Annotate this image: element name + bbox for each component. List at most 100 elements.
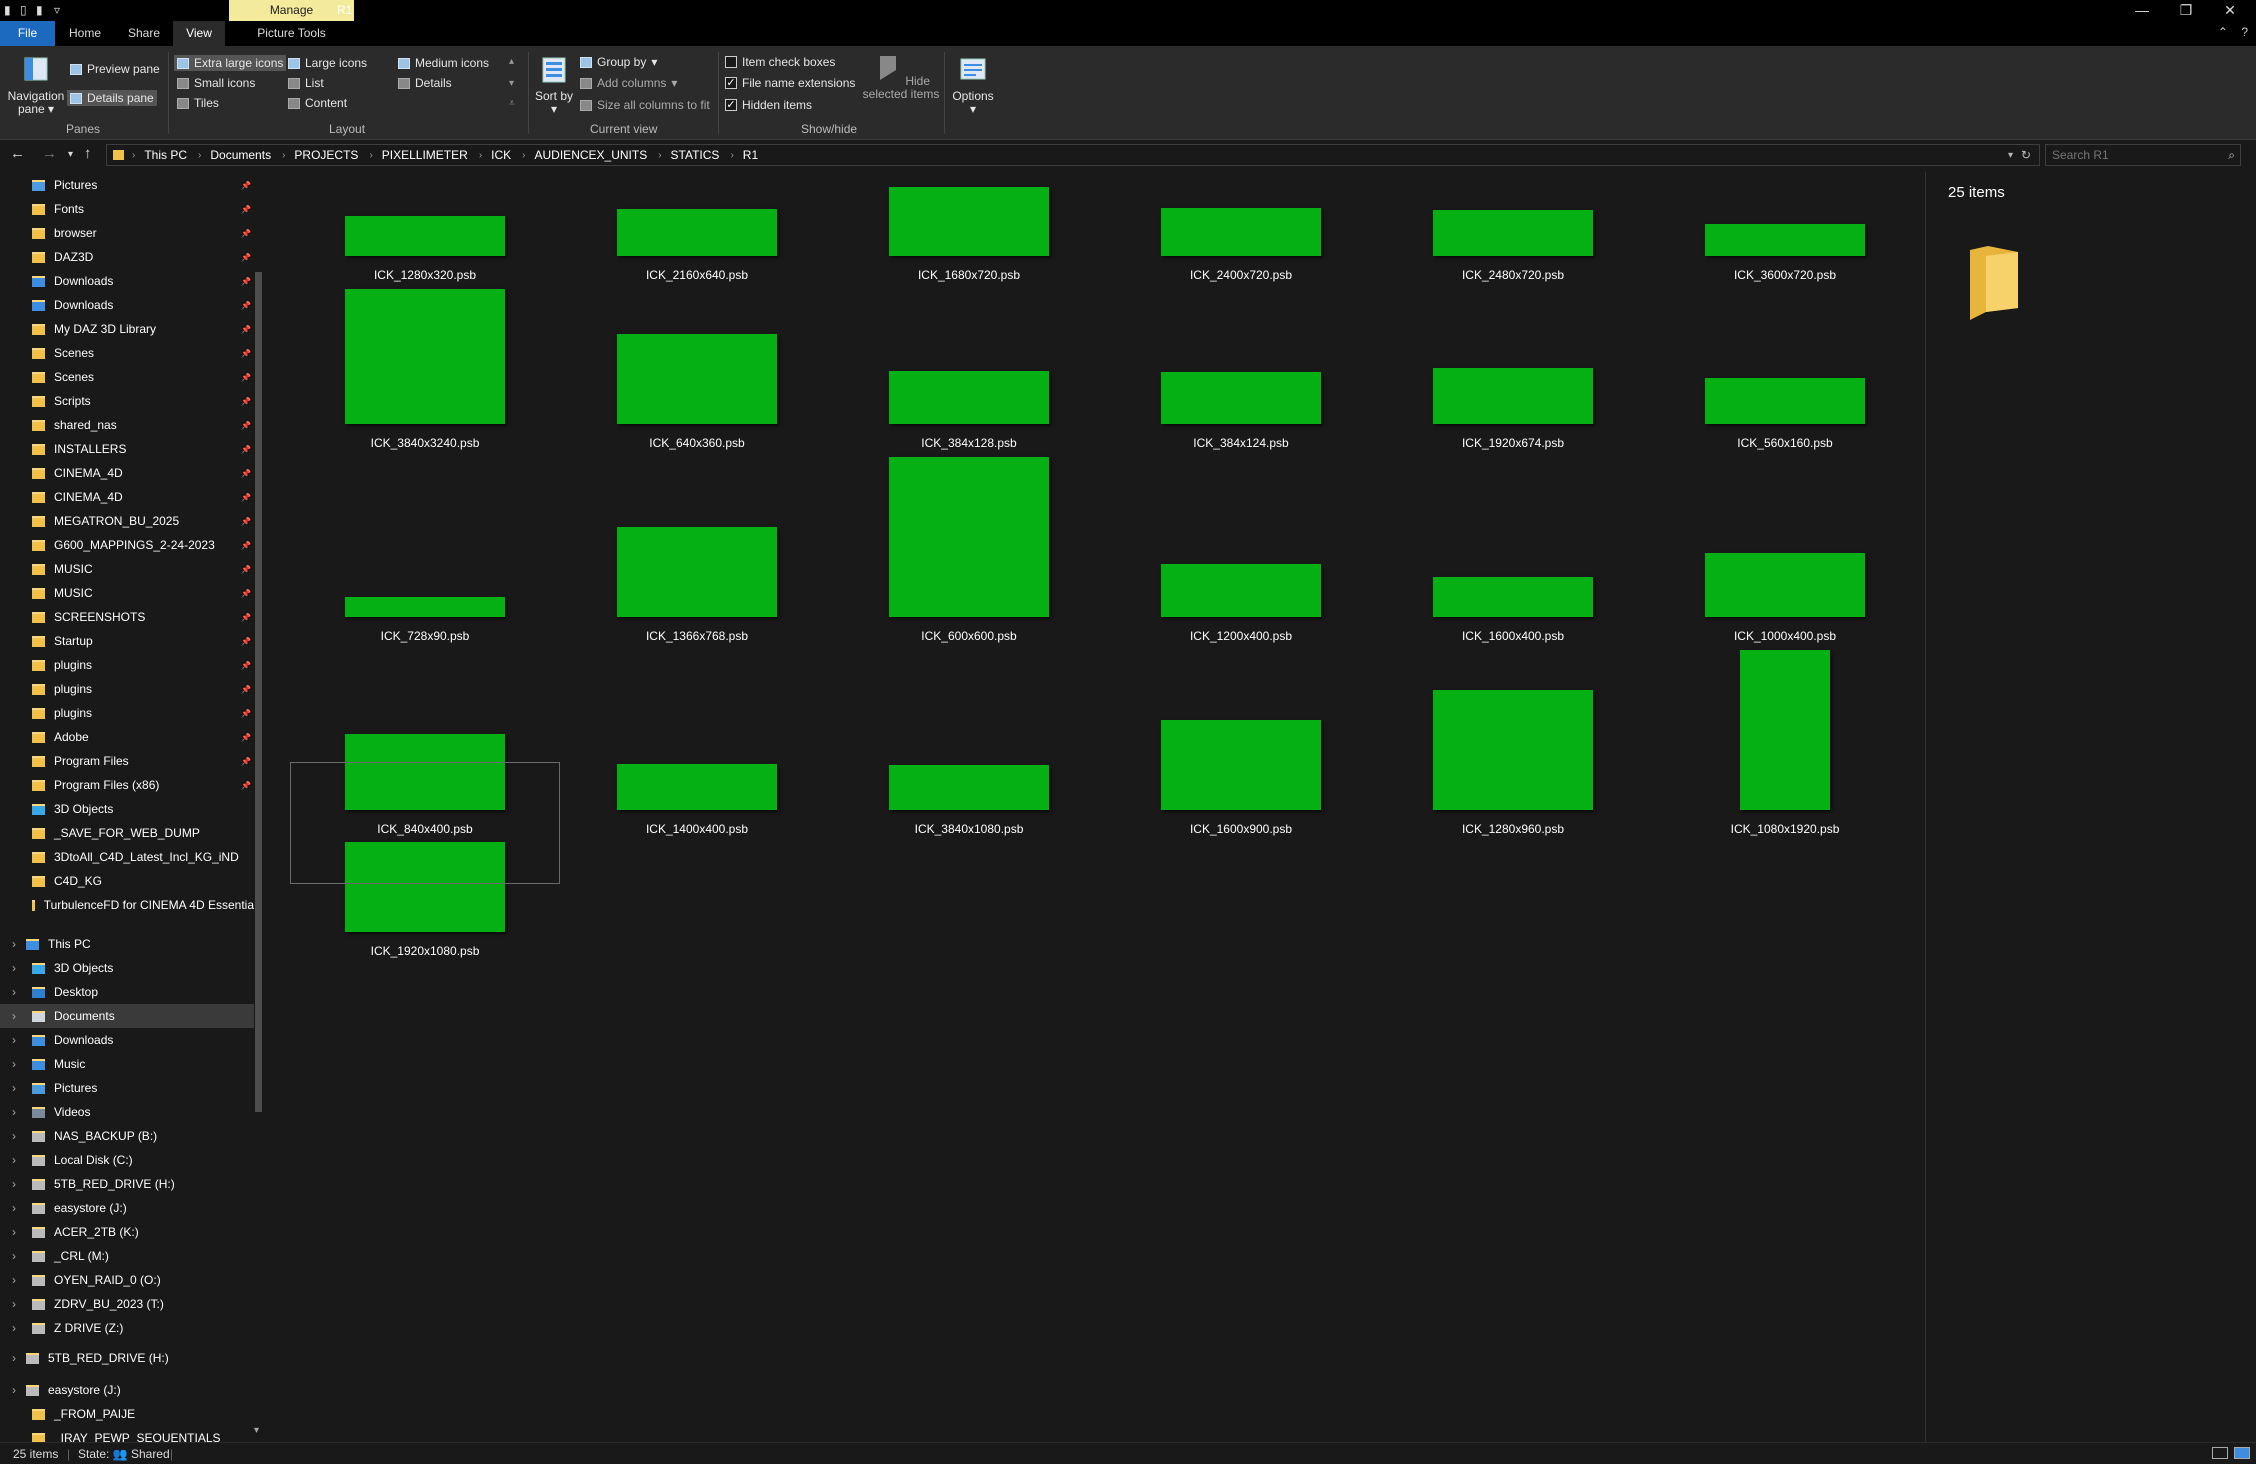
file-item[interactable]: ICK_3840x1080.psb <box>834 172 1104 836</box>
expand-chevron-icon[interactable]: › <box>12 1033 16 1047</box>
sidebar-item-5tb-red-drive-h[interactable]: › 5TB_RED_DRIVE (H:) <box>0 1346 254 1370</box>
hidden-items-checkbox[interactable]: ✓ <box>725 99 737 111</box>
file-name[interactable]: ICK_2400x720.psb <box>1106 268 1376 282</box>
details-pane-button[interactable]: Details pane <box>67 90 157 106</box>
file-thumbnail[interactable] <box>1161 720 1321 810</box>
details-view-toggle-icon[interactable] <box>2212 1447 2228 1459</box>
chevron-right-icon[interactable]: › <box>479 150 482 161</box>
file-name[interactable]: ICK_1280x960.psb <box>1378 822 1648 836</box>
breadcrumb-projects[interactable]: PROJECTS <box>294 148 358 162</box>
sidebar-item-crl-m[interactable]: › _CRL (M:) <box>0 1244 254 1268</box>
file-name[interactable]: ICK_1280x320.psb <box>290 268 560 282</box>
file-name[interactable]: ICK_1680x720.psb <box>834 268 1104 282</box>
breadcrumb-ick[interactable]: ICK <box>491 148 511 162</box>
file-item[interactable]: ICK_1080x1920.psb <box>1650 172 1920 836</box>
tab-view[interactable]: View <box>173 21 225 46</box>
file-thumbnail[interactable] <box>345 289 505 424</box>
sidebar-item-plugins[interactable]: plugins 📌 <box>0 677 254 701</box>
sidebar-item-pictures[interactable]: › Pictures <box>0 1076 254 1100</box>
file-name[interactable]: ICK_2160x640.psb <box>562 268 832 282</box>
file-name[interactable]: ICK_3600x720.psb <box>1650 268 1920 282</box>
file-thumbnail[interactable] <box>1433 690 1593 810</box>
expand-chevron-icon[interactable]: › <box>12 1009 16 1023</box>
sidebar-item-daz3d[interactable]: DAZ3D 📌 <box>0 245 254 269</box>
file-thumbnail[interactable] <box>1161 564 1321 617</box>
size-all-columns-button[interactable]: Size all columns to fit <box>580 98 710 112</box>
sidebar-item-oyen-raid-0-o[interactable]: › OYEN_RAID_0 (O:) <box>0 1268 254 1292</box>
content-option[interactable]: Content <box>288 96 347 110</box>
file-thumbnail[interactable] <box>617 209 777 256</box>
file-thumbnail[interactable] <box>617 527 777 617</box>
file-thumbnail[interactable] <box>1161 372 1321 424</box>
item-check-boxes-toggle[interactable]: Item check boxes <box>725 55 835 69</box>
manage-context-tab[interactable]: Manage <box>229 0 354 21</box>
search-icon[interactable]: ⌕ <box>2228 148 2235 163</box>
tab-picture-tools[interactable]: Picture Tools <box>229 21 354 46</box>
small-icons-option[interactable]: Small icons <box>177 76 255 90</box>
file-thumbnail[interactable] <box>1433 368 1593 424</box>
sidebar-item-from-paije[interactable]: _FROM_PAIJE <box>0 1402 254 1426</box>
chevron-right-icon[interactable]: › <box>369 150 372 161</box>
sidebar-item-plugins[interactable]: plugins 📌 <box>0 653 254 677</box>
sidebar-item-3dtoall-c4d-latest-incl-kg-ind[interactable]: 3DtoAll_C4D_Latest_Incl_KG_iND <box>0 845 254 869</box>
extra-large-icons-option[interactable]: Extra large icons <box>174 55 287 71</box>
file-name[interactable]: ICK_1920x674.psb <box>1378 436 1648 450</box>
item-check-boxes-checkbox[interactable] <box>725 56 737 68</box>
sidebar-item-zdrv-bu-2023-t[interactable]: › ZDRV_BU_2023 (T:) <box>0 1292 254 1316</box>
file-item[interactable]: ICK_1600x900.psb <box>1106 172 1376 836</box>
sidebar-item-5tb-red-drive-h[interactable]: › 5TB_RED_DRIVE (H:) <box>0 1172 254 1196</box>
sidebar-item-this-pc[interactable]: › This PC <box>0 932 254 956</box>
sidebar-item-g600-mappings-2-24-2023[interactable]: G600_MAPPINGS_2-24-2023 📌 <box>0 533 254 557</box>
layout-scroll-up-icon[interactable]: ▴ <box>509 56 514 67</box>
address-dropdown-icon[interactable]: ▾ <box>2008 150 2013 161</box>
search-box[interactable]: ⌕ <box>2045 144 2241 166</box>
chevron-right-icon[interactable]: › <box>658 150 661 161</box>
sidebar-item-c4d-kg[interactable]: C4D_KG <box>0 869 254 893</box>
collapse-ribbon-icon[interactable]: ⌃ <box>2218 25 2228 39</box>
file-thumbnail[interactable] <box>1705 553 1865 617</box>
sidebar-item-fonts[interactable]: Fonts 📌 <box>0 197 254 221</box>
expand-chevron-icon[interactable]: › <box>12 1321 16 1335</box>
file-name[interactable]: ICK_3840x3240.psb <box>290 436 560 450</box>
back-arrow-icon[interactable]: ← <box>10 145 25 162</box>
sidebar-item-music[interactable]: MUSIC 📌 <box>0 581 254 605</box>
expand-chevron-icon[interactable]: › <box>12 1081 16 1095</box>
sidebar-item-installers[interactable]: INSTALLERS 📌 <box>0 437 254 461</box>
medium-icons-option[interactable]: Medium icons <box>398 56 489 70</box>
expand-chevron-icon[interactable]: › <box>12 1153 16 1167</box>
sidebar-item-nas-backup-b[interactable]: › NAS_BACKUP (B:) <box>0 1124 254 1148</box>
sidebar-item-videos[interactable]: › Videos <box>0 1100 254 1124</box>
sidebar-item-scripts[interactable]: Scripts 📌 <box>0 389 254 413</box>
file-name-extensions-toggle[interactable]: ✓ File name extensions <box>725 76 855 90</box>
sidebar-item-turbulencefd-for-cinema-4d-essentia[interactable]: TurbulenceFD for CINEMA 4D Essentia <box>0 893 254 917</box>
file-thumbnail[interactable] <box>1740 650 1830 810</box>
file-thumbnail[interactable] <box>345 597 505 617</box>
breadcrumb-this-pc[interactable]: This PC <box>144 148 187 162</box>
sidebar-item-screenshots[interactable]: SCREENSHOTS 📌 <box>0 605 254 629</box>
chevron-right-icon[interactable]: › <box>522 150 525 161</box>
file-thumbnail[interactable] <box>1705 224 1865 256</box>
hide-selected-items-button[interactable]: Hide selected items <box>862 54 940 101</box>
restore-button[interactable]: ❐ <box>2164 0 2208 21</box>
file-name[interactable]: ICK_1000x400.psb <box>1650 629 1920 643</box>
sidebar-item-cinema-4d[interactable]: CINEMA_4D 📌 <box>0 485 254 509</box>
sidebar-item-desktop[interactable]: › Desktop <box>0 980 254 1004</box>
file-item[interactable]: ICK_1400x400.psb <box>562 172 832 836</box>
tab-share[interactable]: Share <box>115 21 173 46</box>
refresh-icon[interactable]: ↻ <box>2021 148 2031 162</box>
breadcrumb-documents[interactable]: Documents <box>210 148 271 162</box>
breadcrumb-audiencex-units[interactable]: AUDIENCEX_UNITS <box>535 148 648 162</box>
file-thumbnail[interactable] <box>345 216 505 256</box>
sidebar-item-program-files[interactable]: Program Files 📌 <box>0 749 254 773</box>
sidebar-item-cinema-4d[interactable]: CINEMA_4D 📌 <box>0 461 254 485</box>
options-button[interactable]: Options ▾ <box>948 56 998 116</box>
file-item[interactable]: ICK_1920x1080.psb <box>290 172 560 958</box>
expand-chevron-icon[interactable]: › <box>12 1297 16 1311</box>
sidebar-item-scenes[interactable]: Scenes 📌 <box>0 341 254 365</box>
list-option[interactable]: List <box>288 76 324 90</box>
sidebar-item-megatron-bu-2025[interactable]: MEGATRON_BU_2025 📌 <box>0 509 254 533</box>
expand-chevron-icon[interactable]: › <box>12 937 16 951</box>
sidebar-item-scenes[interactable]: Scenes 📌 <box>0 365 254 389</box>
quick-access-dropdown-icon[interactable]: ▿ <box>54 3 60 17</box>
sidebar-item-music[interactable]: MUSIC 📌 <box>0 557 254 581</box>
